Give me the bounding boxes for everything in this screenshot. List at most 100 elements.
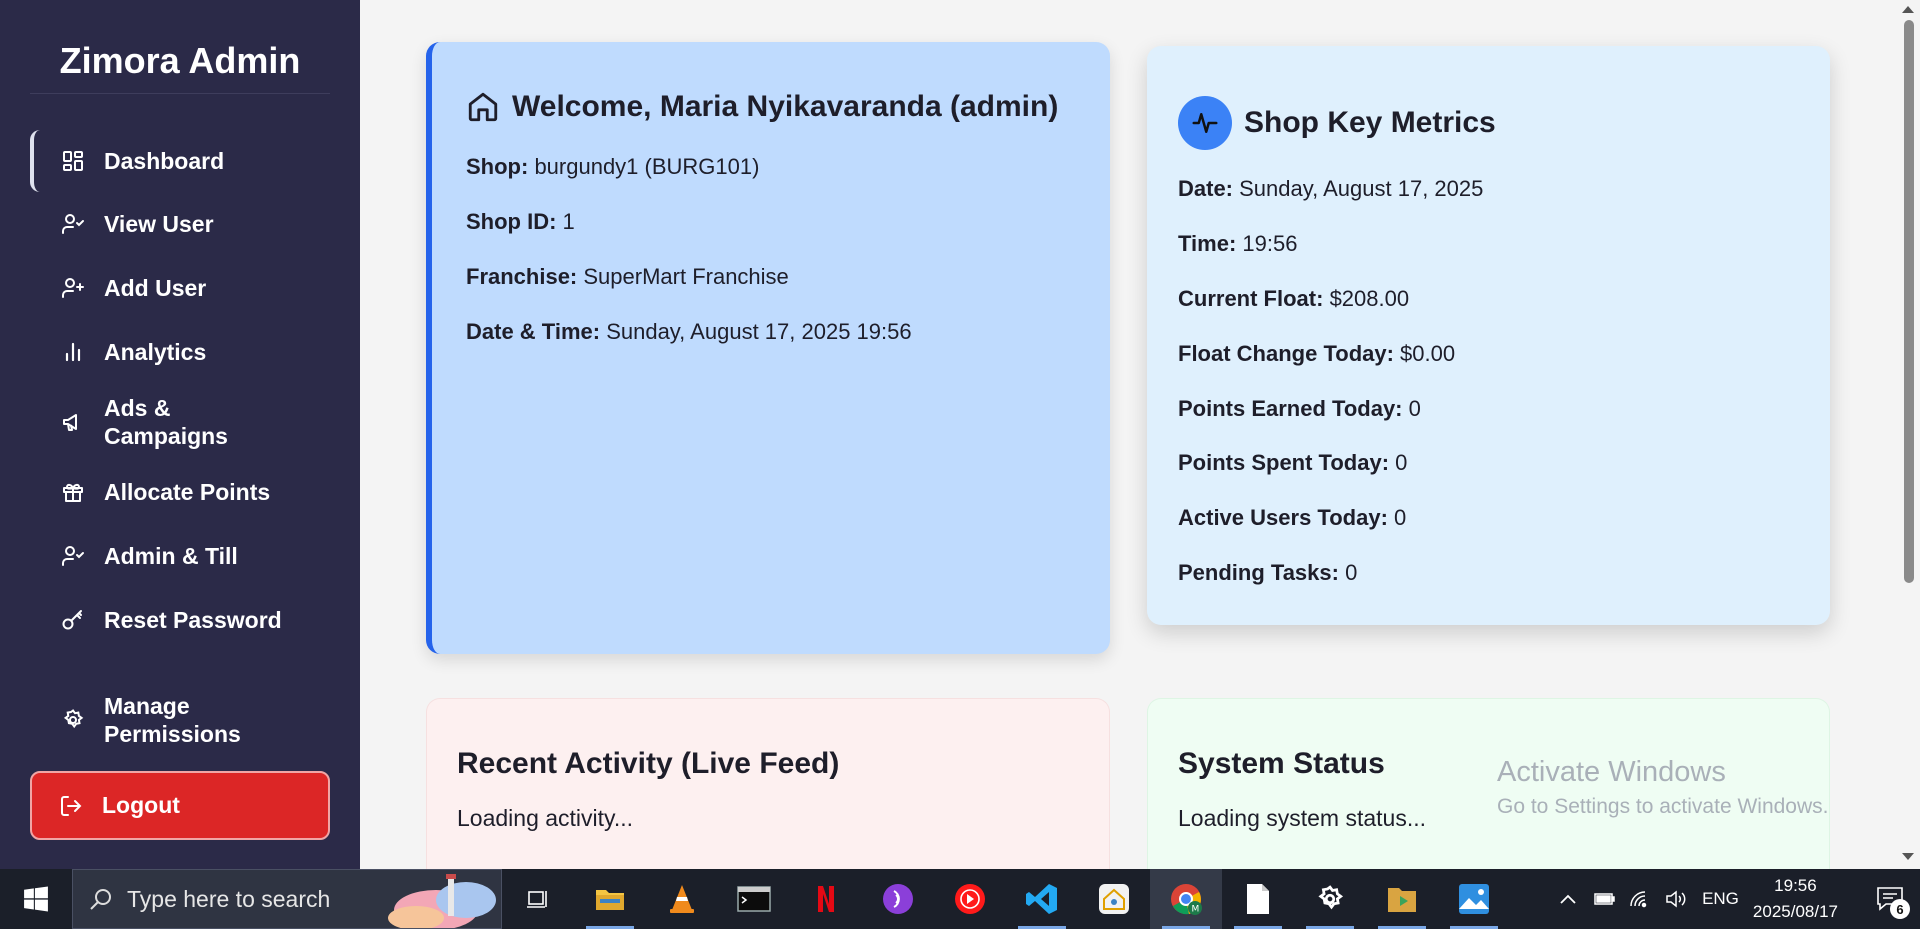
- notification-center-button[interactable]: 6: [1860, 869, 1920, 929]
- activity-pulse-icon: [1178, 96, 1232, 150]
- shop-metrics-card: Shop Key Metrics Date: Sunday, August 17…: [1147, 46, 1830, 625]
- home-app-icon: [1099, 884, 1129, 914]
- wifi-icon[interactable]: [1622, 890, 1658, 908]
- taskbar-search-box[interactable]: Type here to search: [72, 869, 502, 929]
- terminal-icon: [737, 886, 771, 912]
- sidebar-item-add-user[interactable]: Add User: [30, 258, 330, 318]
- taskbar-music-player[interactable]: [934, 869, 1006, 929]
- metric-row: Time: 19:56: [1178, 231, 1298, 256]
- scroll-thumb[interactable]: [1904, 20, 1914, 583]
- sidebar-item-reset-password[interactable]: Reset Password: [30, 590, 330, 650]
- sidebar-item-manage-permissions[interactable]: Manage Permissions: [30, 684, 330, 756]
- taskbar-clock[interactable]: 19:56 2025/08/17: [1753, 873, 1838, 925]
- watermark-line1: Activate Windows: [1497, 756, 1726, 788]
- taskbar-home-app[interactable]: [1078, 869, 1150, 929]
- bar-chart-icon: [60, 339, 86, 365]
- gear-icon: [60, 707, 86, 733]
- taskbar-vscode[interactable]: [1006, 869, 1078, 929]
- metric-row: Active Users Today: 0: [1178, 505, 1407, 530]
- search-placeholder: Type here to search: [127, 885, 331, 912]
- sidebar-item-label: Add User: [104, 275, 207, 301]
- user-check-icon: [60, 543, 86, 569]
- search-icon: [90, 889, 111, 910]
- system-status-title: System Status: [1178, 747, 1385, 780]
- welcome-title: Welcome, Maria Nyikavaranda (admin): [466, 90, 1058, 124]
- logout-label: Logout: [102, 792, 180, 818]
- sidebar-item-ads-campaigns[interactable]: Ads & Campaigns: [30, 386, 330, 458]
- taskbar-notepad[interactable]: [1222, 869, 1294, 929]
- windows-logo-icon: [24, 886, 48, 912]
- sidebar-item-label: Manage Permissions: [104, 693, 241, 747]
- taskbar-settings[interactable]: [1294, 869, 1366, 929]
- input-language[interactable]: ENG: [1702, 889, 1739, 909]
- archive-folder-icon: [1388, 888, 1416, 912]
- welcome-title-text: Welcome, Maria Nyikavaranda (admin): [512, 90, 1059, 123]
- sidebar-item-label: View User: [104, 211, 214, 237]
- start-button[interactable]: [0, 869, 72, 929]
- metric-row: Points Earned Today: 0: [1178, 396, 1421, 421]
- scroll-up-arrow-icon[interactable]: [1902, 6, 1914, 13]
- divider: [30, 93, 330, 94]
- clock-date: 2025/08/17: [1752, 902, 1838, 921]
- scroll-down-arrow-icon[interactable]: [1902, 853, 1914, 860]
- taskbar-archive-app[interactable]: [1366, 869, 1438, 929]
- activity-title: Recent Activity (Live Feed): [457, 747, 840, 780]
- tray-overflow-chevron-icon[interactable]: [1550, 893, 1586, 905]
- podcast-app-icon: [883, 884, 913, 914]
- user-check-icon: [60, 211, 86, 237]
- megaphone-icon: [60, 409, 86, 435]
- search-highlight-illustration: [388, 874, 496, 928]
- clock-time: 19:56: [1774, 876, 1817, 895]
- sidebar-item-view-user[interactable]: View User: [30, 194, 330, 254]
- activity-body: Loading activity...: [457, 805, 634, 831]
- taskbar-vlc[interactable]: [646, 869, 718, 929]
- home-icon: [468, 92, 498, 122]
- logout-button[interactable]: Logout: [30, 771, 330, 840]
- sidebar-item-allocate-points[interactable]: Allocate Points: [30, 462, 330, 522]
- youtube-music-icon: [955, 884, 985, 914]
- brand-title: Zimora Admin: [59, 40, 301, 81]
- sidebar-item-label: Admin & Till: [104, 543, 238, 569]
- taskbar-terminal[interactable]: [718, 869, 790, 929]
- taskbar-podcast-app[interactable]: [862, 869, 934, 929]
- watermark-line2: Go to Settings to activate Windows.: [1497, 795, 1829, 818]
- task-view-icon: [527, 891, 547, 908]
- metric-row: Points Spent Today: 0: [1178, 450, 1408, 475]
- metric-row: Date: Sunday, August 17, 2025: [1178, 176, 1484, 201]
- volume-icon[interactable]: [1658, 890, 1694, 908]
- metric-row: Current Float: $208.00: [1178, 286, 1410, 311]
- taskbar-netflix[interactable]: [790, 869, 862, 929]
- sidebar-item-label: Dashboard: [104, 148, 225, 174]
- taskbar: Type here to search M ENG 19:56 2025/08/…: [0, 869, 1920, 929]
- sidebar: Zimora Admin Dashboard View User Add Use…: [0, 0, 360, 869]
- dashboard-grid-icon: [60, 148, 86, 174]
- settings-gear-icon: [1318, 885, 1344, 910]
- photos-icon: [1459, 884, 1489, 914]
- welcome-card: Welcome, Maria Nyikavaranda (admin) Shop…: [426, 42, 1110, 654]
- sidebar-item-analytics[interactable]: Analytics: [30, 322, 330, 382]
- taskbar-file-explorer[interactable]: [574, 869, 646, 929]
- taskbar-photos[interactable]: [1438, 869, 1510, 929]
- metric-row: Float Change Today: $0.00: [1178, 341, 1456, 366]
- franchise-line: Franchise: SuperMart Franchise: [466, 264, 789, 289]
- recent-activity-card: Recent Activity (Live Feed) Loading acti…: [426, 698, 1110, 869]
- taskbar-chrome[interactable]: M: [1150, 869, 1222, 929]
- sidebar-item-dashboard[interactable]: Dashboard: [30, 130, 330, 192]
- user-plus-icon: [60, 275, 86, 301]
- metrics-title-text: Shop Key Metrics: [1244, 106, 1496, 139]
- activate-windows-watermark: Activate Windows Go to Settings to activ…: [1497, 756, 1829, 819]
- sidebar-item-label: Allocate Points: [104, 479, 271, 505]
- system-status-body: Loading system status...: [1178, 805, 1427, 831]
- battery-icon[interactable]: [1586, 891, 1622, 907]
- gift-icon: [60, 479, 86, 505]
- folder-icon: [596, 890, 624, 910]
- sidebar-item-admin-till[interactable]: Admin & Till: [30, 526, 330, 586]
- page-scrollbar[interactable]: [1898, 0, 1920, 869]
- datetime-line: Date & Time: Sunday, August 17, 2025 19:…: [466, 319, 912, 344]
- vscode-icon: [1026, 884, 1057, 914]
- task-view-button[interactable]: [502, 869, 574, 929]
- system-tray: ENG 19:56 2025/08/17 6: [1550, 869, 1920, 929]
- sidebar-item-label: Ads & Campaigns: [104, 395, 228, 449]
- key-icon: [60, 607, 86, 633]
- vlc-cone-icon: [670, 885, 694, 913]
